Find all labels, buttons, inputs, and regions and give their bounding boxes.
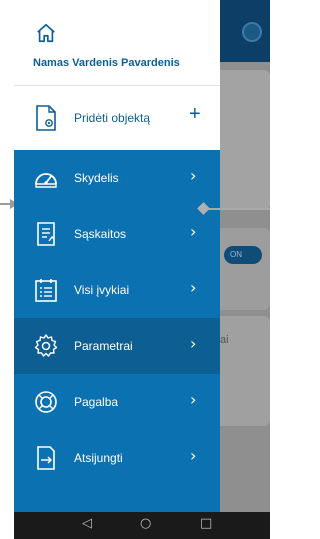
dashboard-gauge-icon — [35, 173, 57, 188]
help-lifebuoy-icon — [35, 391, 57, 413]
menu-item-pagalba[interactable]: Pagalba › — [14, 374, 220, 430]
drawer-menu: Skydelis › Sąskaitos › Visi įvykiai › Pa… — [14, 150, 220, 486]
back-icon[interactable]: ◁ — [82, 517, 92, 530]
annotation-pointer-right — [202, 208, 270, 210]
events-list-icon — [35, 279, 57, 302]
user-name: Namas Vardenis Pavardenis — [33, 57, 180, 69]
menu-item-label: Visi įvykiai — [74, 283, 130, 297]
add-object-label: Pridėti objektą — [74, 111, 151, 125]
recents-icon[interactable]: □ — [200, 517, 212, 530]
home-icon[interactable] — [35, 22, 57, 44]
menu-item-label: Pagalba — [74, 395, 119, 409]
menu-item-parametrai[interactable]: Parametrai › — [14, 318, 220, 374]
chevron-right-icon: › — [190, 278, 197, 297]
menu-item-skydelis[interactable]: Skydelis › — [14, 150, 220, 206]
settings-gear-icon — [34, 334, 58, 357]
background-switch: ON — [224, 246, 262, 264]
home-nav-icon[interactable]: ○ — [140, 517, 151, 530]
menu-item-atsijungti[interactable]: Atsijungti › — [14, 430, 220, 486]
menu-item-label: Atsijungti — [74, 451, 123, 465]
system-navigation-bar: ◁ ○ □ — [14, 512, 270, 539]
notification-icon — [242, 22, 262, 42]
navigation-drawer: Namas Vardenis Pavardenis Pridėti objekt… — [14, 0, 220, 512]
menu-item-label: Parametrai — [74, 339, 133, 353]
drawer-header: Namas Vardenis Pavardenis — [14, 0, 220, 86]
menu-item-label: Skydelis — [74, 171, 119, 185]
chevron-right-icon: › — [190, 390, 197, 409]
menu-item-visi-ivykiai[interactable]: Visi įvykiai › — [14, 262, 220, 318]
chevron-right-icon: › — [190, 166, 197, 185]
add-object-button[interactable]: Pridėti objektą + — [14, 86, 220, 150]
menu-item-label: Sąskaitos — [74, 227, 127, 241]
phone-screen: ON ai Namas Vardenis Pavardenis Pridėti … — [14, 0, 270, 539]
chevron-right-icon: › — [190, 222, 197, 241]
invoice-icon — [37, 222, 55, 246]
menu-item-saskaitos[interactable]: Sąskaitos › — [14, 206, 220, 262]
logout-icon — [37, 446, 55, 470]
add-object-icon — [36, 105, 56, 131]
chevron-right-icon: › — [190, 334, 197, 353]
chevron-right-icon: › — [190, 446, 197, 465]
background-text: ai — [220, 334, 229, 346]
plus-icon: + — [189, 103, 201, 125]
